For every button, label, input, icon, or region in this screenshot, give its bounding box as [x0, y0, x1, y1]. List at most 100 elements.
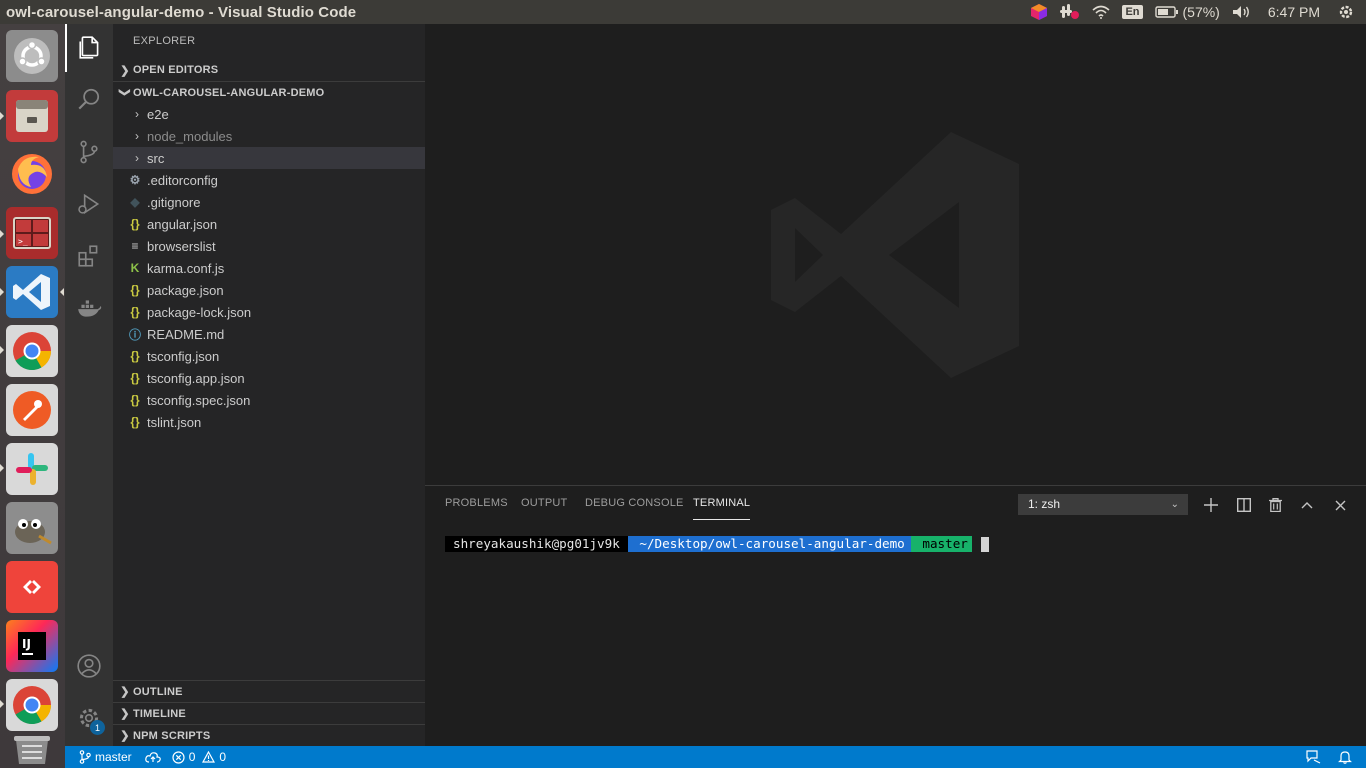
- git-branch-status[interactable]: master: [65, 746, 137, 768]
- files-app-icon[interactable]: [6, 90, 58, 142]
- tab-problems[interactable]: PROBLEMS: [445, 497, 508, 509]
- file-package-lock-json[interactable]: {} package-lock.json: [113, 301, 425, 323]
- warning-triangle-icon: [202, 751, 216, 763]
- intellij-icon[interactable]: IJ: [6, 620, 58, 672]
- sync-status[interactable]: [137, 746, 166, 768]
- slack-icon[interactable]: [6, 443, 58, 495]
- clock[interactable]: 6:47 PM: [1258, 0, 1332, 24]
- folder-node-modules[interactable]: › node_modules: [113, 125, 425, 147]
- editor-area[interactable]: [425, 24, 1366, 485]
- volume-icon[interactable]: [1226, 0, 1258, 24]
- accounts-activity-icon[interactable]: [65, 642, 113, 690]
- tab-output[interactable]: OUTPUT: [521, 497, 567, 509]
- file-tsconfig-spec-json[interactable]: {} tsconfig.spec.json: [113, 389, 425, 411]
- explorer-sidebar: EXPLORER ❯ OPEN EDITORS ❯ OWL-CAROUSEL-A…: [113, 24, 425, 746]
- slack-tray-icon[interactable]: [1054, 0, 1086, 24]
- ubuntu-dash-icon[interactable]: [6, 30, 58, 82]
- file-karma-conf[interactable]: K karma.conf.js: [113, 257, 425, 279]
- vscode-app-icon[interactable]: [6, 266, 58, 318]
- terminal-select[interactable]: 1: zsh ⌄: [1018, 494, 1188, 515]
- file-name: README.md: [147, 326, 225, 342]
- npm-scripts-section[interactable]: ❯ NPM SCRIPTS: [113, 724, 425, 746]
- project-section[interactable]: ❯ OWL-CAROUSEL-ANGULAR-DEMO: [113, 81, 425, 103]
- terminal-app-icon[interactable]: >_: [6, 207, 58, 259]
- json-braces-icon: {}: [130, 283, 140, 297]
- problems-status[interactable]: 0 0: [166, 746, 231, 768]
- app-running-indicator: [0, 346, 4, 354]
- window-title: owl-carousel-angular-demo - Visual Studi…: [6, 3, 357, 21]
- run-debug-activity-icon[interactable]: [65, 180, 113, 228]
- terminal-prompt[interactable]: shreyakaushik@pg01jv9k ~/Desktop/owl-car…: [445, 536, 989, 552]
- manage-gear-activity-icon[interactable]: 1: [65, 694, 113, 742]
- system-tray: En (57%) 6:47 PM: [1024, 0, 1366, 24]
- folder-src[interactable]: › src: [113, 147, 425, 169]
- notifications-bell-icon[interactable]: [1333, 746, 1366, 768]
- file-angular-json[interactable]: {} angular.json: [113, 213, 425, 235]
- file-name: package-lock.json: [147, 304, 252, 320]
- kill-terminal-trash-icon[interactable]: [1264, 494, 1286, 516]
- sidebar-bottom-sections: ❯ OUTLINE ❯ TIMELINE ❯ NPM SCRIPTS: [113, 680, 425, 746]
- cube-app-icon[interactable]: [1024, 0, 1054, 24]
- chevron-down-icon: ⌄: [1170, 499, 1179, 510]
- json-braces-icon: {}: [130, 415, 140, 429]
- vscode-logo-watermark-icon: [771, 132, 1019, 378]
- outline-section[interactable]: ❯ OUTLINE: [113, 680, 425, 702]
- folder-name: node_modules: [147, 128, 233, 144]
- new-terminal-plus-icon[interactable]: [1200, 494, 1222, 516]
- feedback-icon[interactable]: [1301, 746, 1333, 768]
- wifi-icon[interactable]: [1086, 0, 1116, 24]
- postman-icon[interactable]: [6, 384, 58, 436]
- json-braces-icon: {}: [130, 305, 140, 319]
- maximize-panel-chevron-up-icon[interactable]: [1296, 494, 1318, 516]
- file-gitignore[interactable]: ◆ .gitignore: [113, 191, 425, 213]
- file-readme[interactable]: ⓘ README.md: [113, 323, 425, 345]
- firefox-icon[interactable]: [6, 148, 58, 200]
- chevron-right-icon: ❯: [120, 686, 130, 698]
- svg-text:IJ: IJ: [22, 637, 31, 651]
- app-focused-indicator: [60, 288, 64, 296]
- chevron-down-icon: ❯: [118, 87, 131, 98]
- power-gear-icon[interactable]: [1332, 0, 1366, 24]
- chrome-icon[interactable]: [6, 325, 58, 377]
- chevron-right-icon: ›: [135, 129, 139, 143]
- app-running-indicator: [0, 464, 4, 472]
- trash-icon[interactable]: [6, 732, 58, 766]
- file-tslint-json[interactable]: {} tslint.json: [113, 411, 425, 433]
- git-icon: ◆: [130, 195, 140, 209]
- chrome-icon-2[interactable]: [6, 679, 58, 731]
- docker-activity-icon[interactable]: [65, 284, 113, 332]
- json-braces-icon: {}: [130, 371, 140, 385]
- cloud-upload-icon: [144, 752, 161, 763]
- file-name: tsconfig.spec.json: [147, 392, 251, 408]
- error-count: 0: [188, 750, 196, 764]
- anydesk-icon[interactable]: [6, 561, 58, 613]
- app-running-indicator: [0, 288, 4, 296]
- file-name: .gitignore: [147, 194, 201, 210]
- battery-indicator[interactable]: (57%): [1149, 0, 1226, 24]
- open-editors-section[interactable]: ❯ OPEN EDITORS: [113, 59, 425, 81]
- ubuntu-launcher: >_ IJ: [0, 24, 65, 768]
- gimp-icon[interactable]: [6, 502, 58, 554]
- extensions-activity-icon[interactable]: [65, 232, 113, 280]
- svg-text:>_: >_: [18, 237, 28, 246]
- source-control-activity-icon[interactable]: [65, 128, 113, 176]
- git-branch-icon: [79, 750, 91, 764]
- chevron-right-icon: ›: [135, 151, 139, 165]
- file-browserslist[interactable]: ≡ browserslist: [113, 235, 425, 257]
- file-tsconfig-app-json[interactable]: {} tsconfig.app.json: [113, 367, 425, 389]
- file-editorconfig[interactable]: ⚙ .editorconfig: [113, 169, 425, 191]
- keyboard-layout[interactable]: En: [1116, 0, 1148, 24]
- timeline-section[interactable]: ❯ TIMELINE: [113, 702, 425, 724]
- split-terminal-icon[interactable]: [1233, 494, 1255, 516]
- search-activity-icon[interactable]: [65, 76, 113, 124]
- status-bar: master 0 0: [65, 746, 1366, 768]
- tab-terminal[interactable]: TERMINAL: [693, 497, 751, 520]
- top-panel: owl-carousel-angular-demo - Visual Studi…: [0, 0, 1366, 24]
- explorer-activity-icon[interactable]: [65, 24, 113, 72]
- folder-name: src: [147, 150, 165, 166]
- folder-e2e[interactable]: › e2e: [113, 103, 425, 125]
- tab-debug-console[interactable]: DEBUG CONSOLE: [585, 497, 684, 509]
- file-package-json[interactable]: {} package.json: [113, 279, 425, 301]
- close-panel-icon[interactable]: [1329, 494, 1351, 516]
- file-tsconfig-json[interactable]: {} tsconfig.json: [113, 345, 425, 367]
